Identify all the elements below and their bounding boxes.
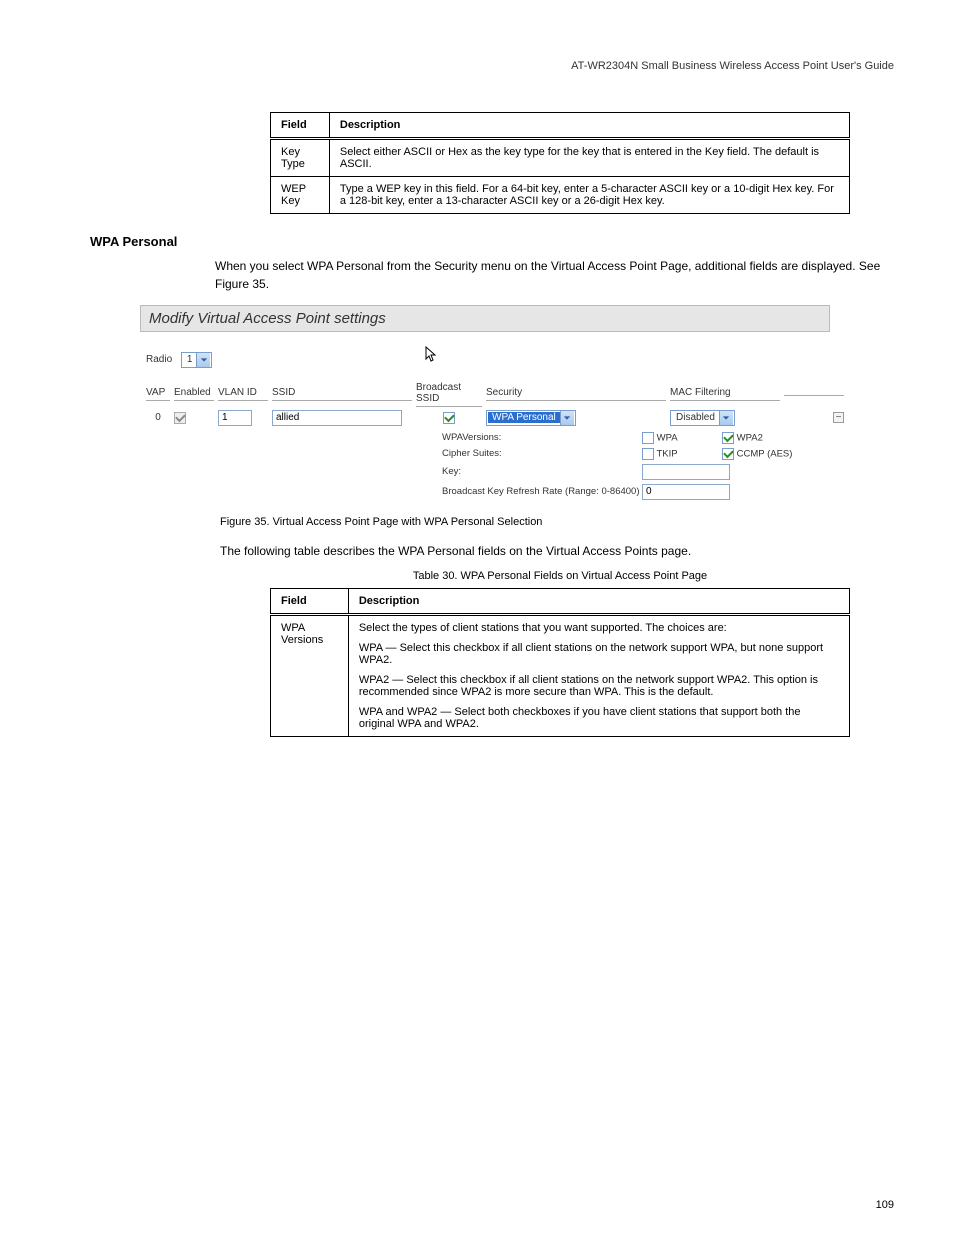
col-ssid: SSID bbox=[272, 387, 412, 401]
security-select[interactable]: WPA Personal bbox=[486, 410, 576, 426]
radio-label: Radio bbox=[146, 354, 172, 365]
table29-col-field: Field bbox=[271, 113, 330, 139]
section-heading-wpa-personal: WPA Personal bbox=[90, 234, 894, 249]
cell-field: WPA Versions bbox=[271, 614, 349, 736]
key-label: Key: bbox=[442, 466, 642, 477]
col-mac: MAC Filtering bbox=[670, 387, 780, 401]
cursor-icon bbox=[425, 356, 439, 367]
desc-para: WPA — Select this checkbox if all client… bbox=[359, 642, 839, 666]
mac-filtering-select[interactable]: Disabled bbox=[670, 410, 735, 426]
enabled-checkbox[interactable] bbox=[174, 412, 186, 424]
col-broadcast: Broadcast SSID bbox=[416, 382, 482, 407]
table-29: Field Description Key Type Select either… bbox=[270, 112, 850, 214]
broadcast-key-refresh-input[interactable] bbox=[642, 484, 730, 500]
page-number: 109 bbox=[876, 1199, 894, 1211]
vap-panel-title: Modify Virtual Access Point settings bbox=[140, 305, 830, 332]
table30-caption: Table 30. WPA Personal Fields on Virtual… bbox=[270, 570, 850, 582]
cell-field: WEP Key bbox=[271, 177, 330, 214]
col-collapse bbox=[784, 393, 844, 396]
wpa2-checkbox[interactable] bbox=[722, 432, 734, 444]
ssid-input[interactable] bbox=[272, 410, 402, 426]
cipher-suites-label: Cipher Suites: bbox=[442, 448, 642, 459]
table30-col-desc: Description bbox=[348, 588, 849, 614]
vap-index: 0 bbox=[146, 412, 170, 423]
wpa2-label: WPA2 bbox=[737, 432, 763, 443]
section-intro: When you select WPA Personal from the Se… bbox=[215, 257, 894, 293]
table30-intro: The following table describes the WPA Pe… bbox=[220, 542, 894, 560]
table-row: WPA Versions Select the types of client … bbox=[271, 614, 850, 736]
desc-para: Select the types of client stations that… bbox=[359, 622, 839, 634]
table-row: Key Type Select either ASCII or Hex as t… bbox=[271, 139, 850, 177]
radio-select[interactable]: 1 bbox=[181, 352, 213, 368]
collapse-icon[interactable]: − bbox=[833, 412, 844, 423]
desc-para: WPA2 — Select this checkbox if all clien… bbox=[359, 674, 839, 698]
chevron-down-icon bbox=[196, 353, 210, 367]
wpa-versions-label: WPAVersions: bbox=[442, 432, 642, 443]
figure-vap-panel: Modify Virtual Access Point settings Rad… bbox=[140, 305, 894, 506]
cell-desc: Select either ASCII or Hex as the key ty… bbox=[329, 139, 849, 177]
document-header: AT-WR2304N Small Business Wireless Acces… bbox=[60, 60, 894, 72]
key-input[interactable] bbox=[642, 464, 730, 480]
col-vlan: VLAN ID bbox=[218, 387, 268, 401]
cell-desc: Type a WEP key in this field. For a 64-b… bbox=[329, 177, 849, 214]
vlan-id-input[interactable] bbox=[218, 410, 252, 426]
chevron-down-icon bbox=[719, 411, 733, 425]
desc-para: WPA and WPA2 — Select both checkboxes if… bbox=[359, 706, 839, 730]
col-vap: VAP bbox=[146, 387, 170, 401]
security-select-value: WPA Personal bbox=[488, 412, 560, 423]
cell-desc: Select the types of client stations that… bbox=[348, 614, 849, 736]
broadcast-key-refresh-label: Broadcast Key Refresh Rate (Range: 0-864… bbox=[442, 486, 642, 497]
radio-select-value: 1 bbox=[183, 354, 197, 365]
table-30: Field Description WPA Versions Select th… bbox=[270, 588, 850, 737]
table-row: WEP Key Type a WEP key in this field. Fo… bbox=[271, 177, 850, 214]
ccmp-label: CCMP (AES) bbox=[737, 448, 793, 459]
mac-filtering-value: Disabled bbox=[672, 412, 719, 423]
table30-col-field: Field bbox=[271, 588, 349, 614]
broadcast-ssid-checkbox[interactable] bbox=[443, 412, 455, 424]
tkip-checkbox[interactable] bbox=[642, 448, 654, 460]
table29-col-desc: Description bbox=[329, 113, 849, 139]
col-security: Security bbox=[486, 387, 666, 401]
wpa-checkbox[interactable] bbox=[642, 432, 654, 444]
col-enabled: Enabled bbox=[174, 387, 214, 401]
chevron-down-icon bbox=[560, 411, 574, 425]
ccmp-checkbox[interactable] bbox=[722, 448, 734, 460]
wpa-label: WPA bbox=[657, 432, 678, 443]
figure-caption: Figure 35. Virtual Access Point Page wit… bbox=[220, 516, 894, 528]
cell-field: Key Type bbox=[271, 139, 330, 177]
tkip-label: TKIP bbox=[656, 448, 677, 459]
